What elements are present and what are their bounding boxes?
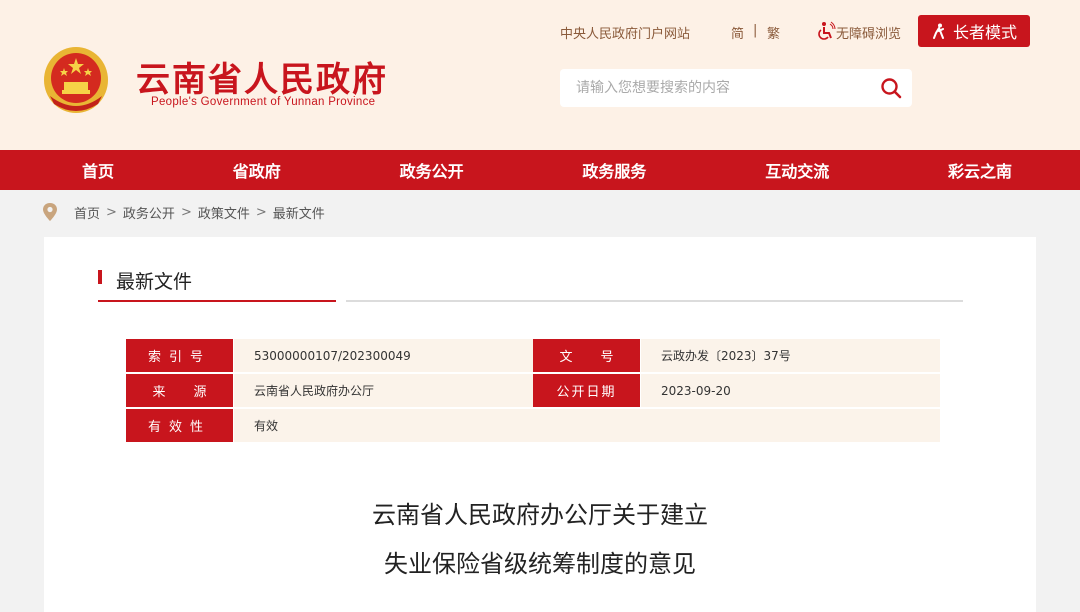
breadcrumb-home[interactable]: 首页 bbox=[74, 203, 100, 222]
breadcrumb-latest-documents[interactable]: 最新文件 bbox=[273, 203, 325, 222]
section-underline bbox=[346, 300, 963, 302]
meta-label-source: 来源 bbox=[126, 374, 233, 407]
site-header: 云南省人民政府 People's Government of Yunnan Pr… bbox=[0, 0, 1080, 150]
accessibility-link[interactable]: 无障碍浏览 bbox=[836, 23, 901, 42]
meta-label-publish-date: 公开日期 bbox=[533, 374, 640, 407]
site-title[interactable]: 云南省人民政府 bbox=[136, 52, 388, 101]
document-title-line-1: 云南省人民政府办公厅关于建立 bbox=[372, 501, 708, 529]
meta-label-validity: 有效性 bbox=[126, 409, 233, 442]
main-nav: 首页 省政府 政务公开 政务服务 互动交流 彩云之南 bbox=[0, 150, 1080, 190]
national-emblem-icon[interactable] bbox=[42, 44, 110, 114]
elder-person-icon bbox=[932, 23, 944, 39]
meta-label-doc-number: 文号 bbox=[533, 339, 640, 372]
nav-item-government-services[interactable]: 政务服务 bbox=[582, 158, 646, 182]
meta-value-validity: 有效 bbox=[233, 409, 940, 442]
language-separator: | bbox=[753, 23, 758, 38]
search-icon[interactable] bbox=[880, 77, 902, 99]
nav-item-interaction[interactable]: 互动交流 bbox=[765, 158, 829, 182]
nav-item-colorful-yunnan[interactable]: 彩云之南 bbox=[948, 158, 1012, 182]
site-subtitle: People's Government of Yunnan Province bbox=[151, 96, 376, 108]
breadcrumb-government-affairs[interactable]: 政务公开 bbox=[123, 203, 175, 222]
document-title-line-2: 失业保险省级统筹制度的意见 bbox=[384, 550, 696, 578]
breadcrumb: 首页 > 政务公开 > 政策文件 > 最新文件 bbox=[42, 201, 325, 223]
breadcrumb-policy-documents[interactable]: 政策文件 bbox=[198, 203, 250, 222]
search-box bbox=[560, 69, 912, 107]
search-input[interactable] bbox=[576, 69, 866, 107]
nav-item-government-affairs-disclosure[interactable]: 政务公开 bbox=[400, 158, 464, 182]
location-pin-icon bbox=[43, 203, 57, 221]
simplified-chinese-link[interactable]: 简 bbox=[731, 23, 744, 42]
meta-row: 有效性 有效 bbox=[126, 409, 940, 442]
breadcrumb-separator: > bbox=[255, 204, 267, 220]
meta-row: 来源 云南省人民政府办公厅 公开日期 2023-09-20 bbox=[126, 374, 940, 407]
meta-row: 索引号 53000000107/202300049 文号 云政办发〔2023〕3… bbox=[126, 339, 940, 372]
content-card: 最新文件 索引号 53000000107/202300049 文号 云政办发〔2… bbox=[44, 237, 1036, 612]
section-marker bbox=[98, 270, 102, 284]
meta-value-index: 53000000107/202300049 bbox=[233, 339, 533, 372]
traditional-chinese-link[interactable]: 繁 bbox=[767, 23, 780, 42]
breadcrumb-separator: > bbox=[180, 204, 192, 220]
breadcrumb-separator: > bbox=[106, 204, 117, 220]
section-underline-accent bbox=[98, 300, 336, 302]
central-portal-link[interactable]: 中央人民政府门户网站 bbox=[560, 23, 690, 42]
meta-label-index: 索引号 bbox=[126, 339, 233, 372]
accessibility-icon[interactable] bbox=[816, 21, 836, 41]
section-title: 最新文件 bbox=[116, 271, 193, 293]
elder-mode-label: 长者模式 bbox=[952, 23, 1017, 42]
meta-value-source: 云南省人民政府办公厅 bbox=[233, 374, 533, 407]
nav-item-provincial-government[interactable]: 省政府 bbox=[233, 158, 281, 182]
nav-item-home[interactable]: 首页 bbox=[82, 158, 114, 182]
meta-value-doc-number: 云政办发〔2023〕37号 bbox=[640, 339, 940, 372]
document-meta-table: 索引号 53000000107/202300049 文号 云政办发〔2023〕3… bbox=[126, 339, 940, 444]
elder-mode-button[interactable]: 长者模式 bbox=[918, 15, 1030, 47]
meta-value-publish-date: 2023-09-20 bbox=[640, 374, 940, 407]
